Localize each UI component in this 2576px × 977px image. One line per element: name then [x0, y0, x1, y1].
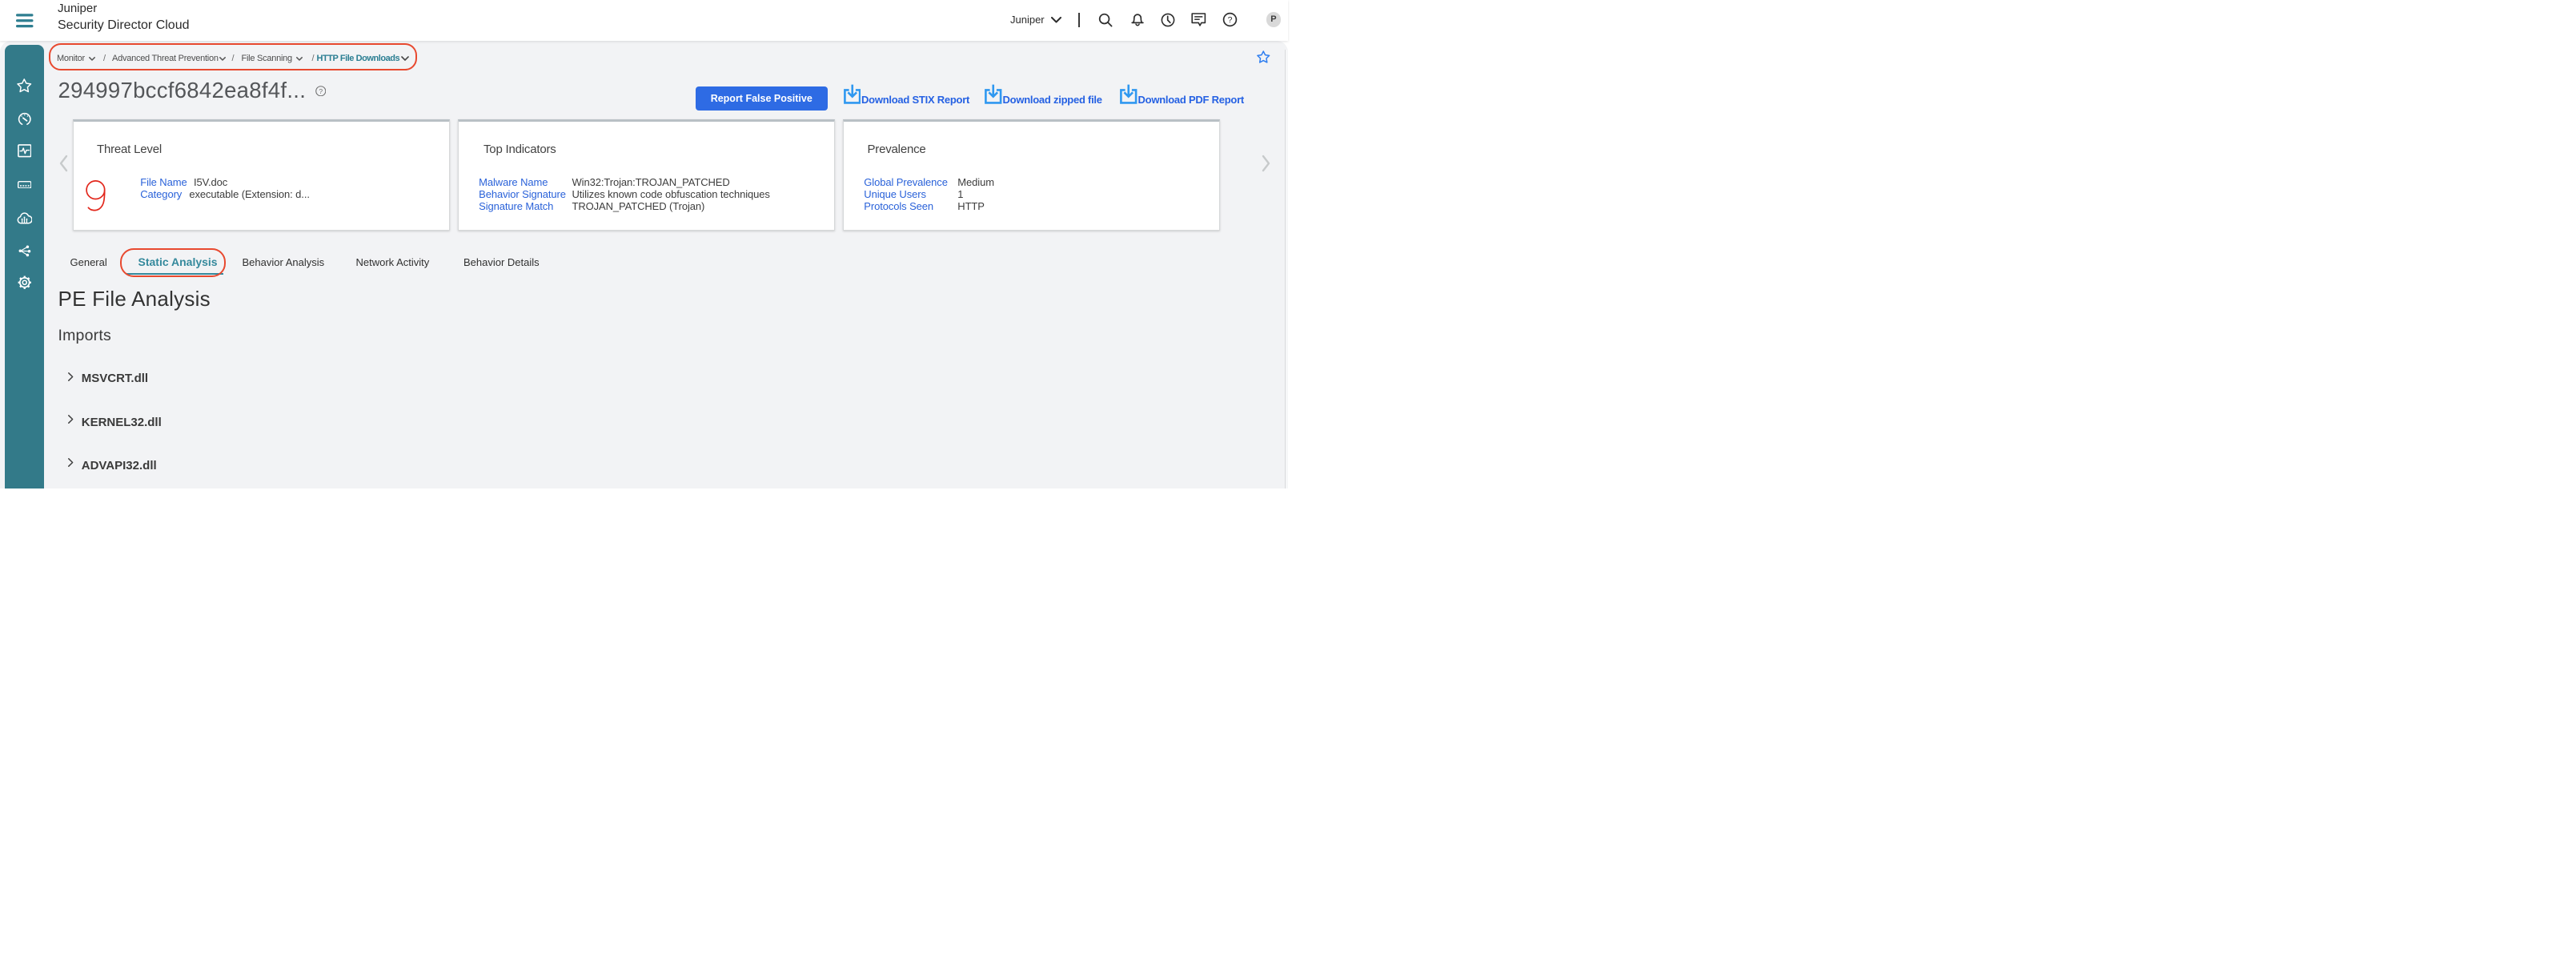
svg-text:?: ?	[1228, 15, 1233, 25]
svg-text:?: ?	[319, 87, 323, 95]
